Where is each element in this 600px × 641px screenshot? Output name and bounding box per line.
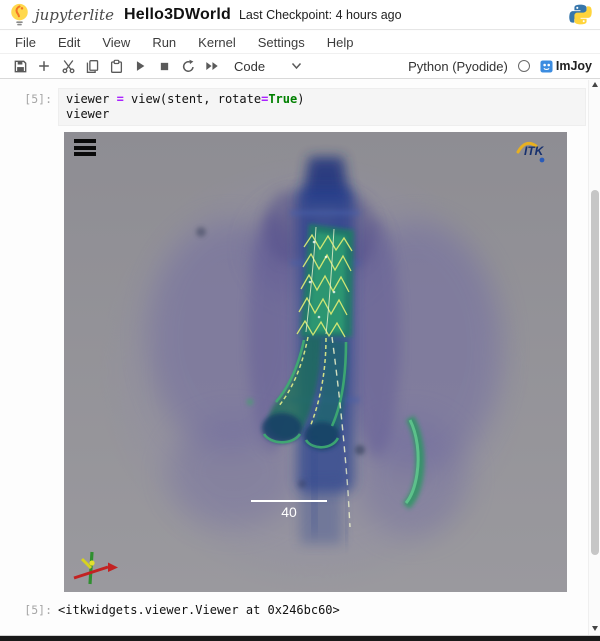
brand-wordmark: jupyterlite xyxy=(35,6,114,24)
menu-kernel[interactable]: Kernel xyxy=(187,33,247,52)
cell-type-dropdown[interactable]: Code xyxy=(234,59,302,74)
paste-icon xyxy=(109,59,124,74)
checkpoint-label: Last Checkpoint: 4 hours ago xyxy=(239,8,402,22)
run-cell-button[interactable] xyxy=(128,55,152,77)
restart-icon xyxy=(181,59,196,74)
jupyterlite-app: jupyterlite Hello3DWorld Last Checkpoint… xyxy=(0,0,600,641)
jupyterlite-logo[interactable]: jupyterlite xyxy=(8,2,124,27)
menu-edit[interactable]: Edit xyxy=(47,33,91,52)
notebook-title[interactable]: Hello3DWorld xyxy=(124,6,231,24)
plus-icon xyxy=(37,59,51,73)
scale-bar-line xyxy=(251,500,327,502)
vertical-scrollbar[interactable] xyxy=(588,80,600,635)
menu-help[interactable]: Help xyxy=(316,33,365,52)
output-prompt: [5]: xyxy=(0,599,58,617)
jupyterlite-bulb-icon xyxy=(8,2,31,27)
menu-run[interactable]: Run xyxy=(141,33,187,52)
scrollbar-thumb[interactable] xyxy=(591,190,599,555)
save-button[interactable] xyxy=(8,55,32,77)
code-editor[interactable]: viewer = view(stent, rotate=True) viewer xyxy=(58,88,586,126)
save-icon xyxy=(13,59,28,74)
scroll-up-arrow-icon[interactable] xyxy=(592,82,598,87)
header: jupyterlite Hello3DWorld Last Checkpoint… xyxy=(0,0,600,30)
itk-3d-viewer[interactable]: ITK 40 xyxy=(64,132,567,592)
notebook-panel: [5]: viewer = view(stent, rotate=True) v… xyxy=(0,80,600,635)
restart-run-all-button[interactable] xyxy=(200,55,224,77)
orientation-axes-widget[interactable] xyxy=(68,548,124,592)
menu-bar: File Edit View Run Kernel Settings Help xyxy=(0,31,600,54)
itk-logo: ITK xyxy=(515,138,549,164)
input-prompt: [5]: xyxy=(0,88,58,126)
stop-icon xyxy=(158,60,171,73)
add-cell-button[interactable] xyxy=(32,55,56,77)
menu-file[interactable]: File xyxy=(4,33,47,52)
copy-icon xyxy=(85,59,100,74)
volume-rendering xyxy=(64,132,567,592)
menu-settings[interactable]: Settings xyxy=(247,33,316,52)
svg-text:ITK: ITK xyxy=(524,144,545,158)
code-cell[interactable]: [5]: viewer = view(stent, rotate=True) v… xyxy=(0,88,586,126)
menu-view[interactable]: View xyxy=(91,33,141,52)
cell-type-value: Code xyxy=(234,59,265,74)
kernel-status-indicator[interactable] xyxy=(518,60,530,72)
fast-forward-icon xyxy=(204,59,220,73)
interrupt-kernel-button[interactable] xyxy=(152,55,176,77)
imjoy-button[interactable]: ImJoy xyxy=(540,59,592,73)
scroll-down-arrow-icon[interactable] xyxy=(592,626,598,631)
play-icon xyxy=(133,59,147,73)
hamburger-icon xyxy=(74,139,96,143)
itk-logo-icon: ITK xyxy=(515,138,549,164)
cut-cell-button[interactable] xyxy=(56,55,80,77)
scale-bar: 40 xyxy=(251,500,327,520)
scale-bar-label: 40 xyxy=(251,504,327,520)
python-logo-icon xyxy=(569,3,592,26)
code-line-1: viewer = view(stent, rotate=True) xyxy=(66,92,578,107)
imjoy-icon xyxy=(540,60,553,73)
output-repr: <itkwidgets.viewer.Viewer at 0x246bc60> xyxy=(58,599,586,617)
code-line-2: viewer xyxy=(66,107,578,122)
output-cell: [5]: <itkwidgets.viewer.Viewer at 0x246b… xyxy=(0,599,586,617)
restart-kernel-button[interactable] xyxy=(176,55,200,77)
notebook-toolbar: Code Python (Pyodide) ImJoy xyxy=(0,54,600,79)
viewer-menu-button[interactable] xyxy=(74,139,96,157)
chevron-down-icon xyxy=(291,62,302,70)
kernel-name-label[interactable]: Python (Pyodide) xyxy=(408,59,508,74)
scissors-icon xyxy=(61,59,76,74)
bottom-status-bar xyxy=(0,635,600,641)
paste-cell-button[interactable] xyxy=(104,55,128,77)
copy-cell-button[interactable] xyxy=(80,55,104,77)
imjoy-label: ImJoy xyxy=(556,59,592,73)
